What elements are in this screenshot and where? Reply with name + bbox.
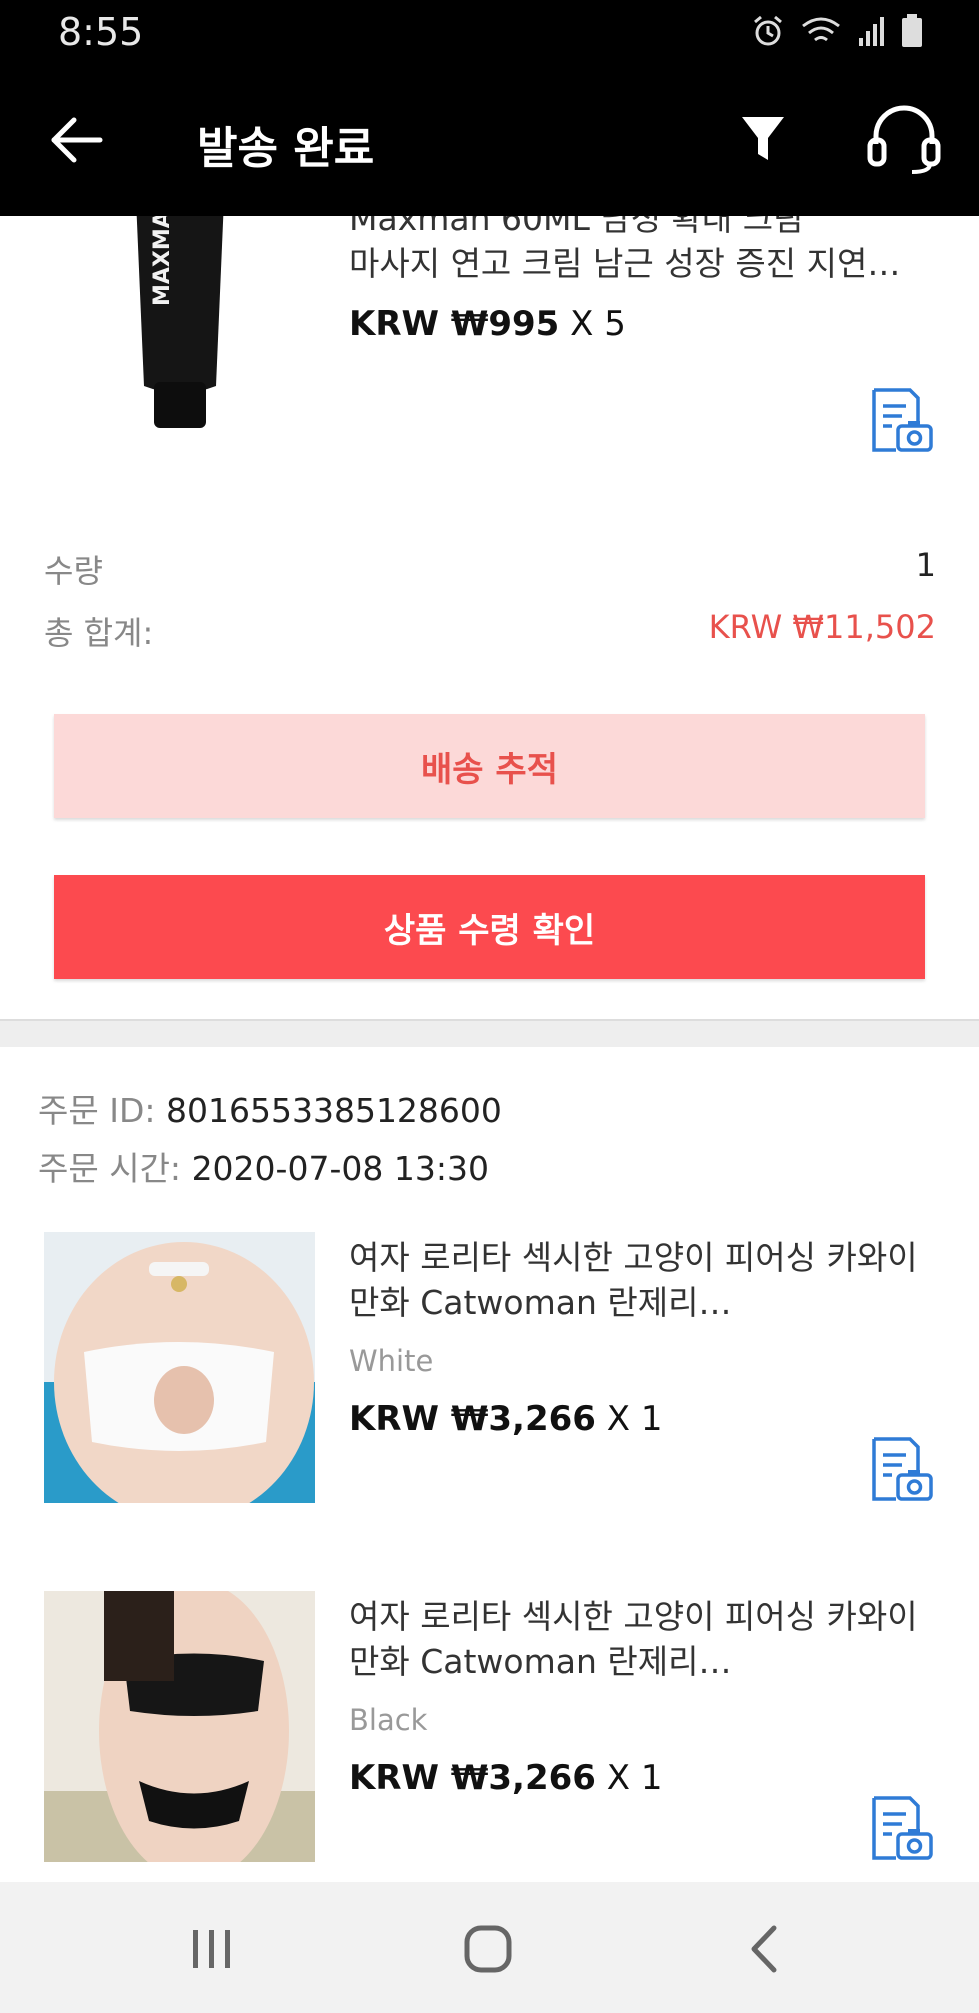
quantity-value: 1 xyxy=(915,546,936,584)
customer-support-button[interactable] xyxy=(866,104,942,174)
quantity-text: X 5 xyxy=(570,304,626,344)
back-arrow-icon xyxy=(51,117,103,163)
product-price: KRW ₩995 X 5 xyxy=(349,304,626,344)
headset-icon xyxy=(867,105,941,174)
review-photo-icon xyxy=(872,1796,933,1860)
back-nav-button[interactable] xyxy=(740,1924,792,1974)
total-value: KRW ₩11,502 xyxy=(708,608,936,646)
price-value: KRW ₩3,266 xyxy=(349,1399,596,1439)
quantity-text: X 1 xyxy=(606,1758,663,1798)
order-time: 주문 시간: 2020-07-08 13:30 xyxy=(38,1142,489,1190)
product-title: 여자 로리타 섹시한 고양이 피어싱 카와이 만화 Catwoman 란제리… xyxy=(349,1597,918,1681)
product-title: 여자 로리타 섹시한 고양이 피어싱 카와이 만화 Catwoman 란제리… xyxy=(349,1238,918,1322)
review-photo-icon xyxy=(872,388,933,452)
product-brand-text: MAXMAN xyxy=(150,216,175,306)
product-price: KRW ₩3,266 X 1 xyxy=(349,1399,662,1439)
review-photo-icon xyxy=(872,1437,933,1501)
total-label: 총 합계: xyxy=(44,614,154,652)
product-variant: White xyxy=(349,1344,434,1378)
quantity-summary: 수량 1 xyxy=(44,546,936,592)
system-nav-bar xyxy=(0,1882,979,2013)
back-button[interactable] xyxy=(48,116,108,164)
app-bar: 발송 완료 xyxy=(0,68,979,216)
product-variant: Black xyxy=(349,1703,428,1737)
quantity-label: 수량 xyxy=(44,552,103,590)
wifi-icon xyxy=(802,17,840,42)
filter-button[interactable] xyxy=(740,114,786,164)
product-thumbnail[interactable] xyxy=(44,1591,315,1862)
status-icons xyxy=(751,14,923,48)
order-id-value: 8016553385128600 xyxy=(165,1091,502,1130)
quantity-text: X 1 xyxy=(606,1399,663,1439)
order-divider xyxy=(0,1019,979,1047)
alarm-icon xyxy=(754,15,782,46)
order-id-label: 주문 ID: xyxy=(38,1091,156,1130)
battery-icon xyxy=(902,14,922,47)
product-title-line: 마사지 연고 크림 남근 성장 증진 지연… xyxy=(349,244,901,283)
product-title: Maxman 60ML 남성 확대 크림 마사지 연고 크림 남근 성장 증진 … xyxy=(349,216,939,296)
price-value: KRW ₩995 xyxy=(349,304,560,344)
product-title-partial: Maxman 60ML 남성 확대 크림 xyxy=(349,216,804,238)
order-time-label: 주문 시간: xyxy=(38,1149,182,1188)
order-list[interactable]: MAXMAN Maxman 60ML 남성 확대 크림 마사지 연고 크림 남근… xyxy=(0,216,979,1882)
confirm-receipt-button[interactable]: 상품 수령 확인 xyxy=(54,875,925,979)
order-id: 주문 ID: 8016553385128600 xyxy=(38,1084,502,1132)
signal-icon xyxy=(859,17,884,46)
back-chevron-icon xyxy=(751,1925,777,1973)
total-summary: 총 합계: KRW ₩11,502 xyxy=(44,608,936,654)
track-shipment-button[interactable]: 배송 추적 xyxy=(54,714,925,818)
write-review-button[interactable] xyxy=(870,1796,934,1862)
price-value: KRW ₩3,266 xyxy=(349,1758,596,1798)
order-time-value: 2020-07-08 13:30 xyxy=(191,1149,489,1188)
recent-apps-icon xyxy=(193,1930,230,1968)
write-review-button[interactable] xyxy=(870,1437,934,1503)
write-review-button[interactable] xyxy=(870,388,934,454)
product-thumbnail[interactable] xyxy=(44,1232,315,1503)
filter-icon xyxy=(742,117,784,160)
recent-apps-button[interactable] xyxy=(185,1924,237,1974)
page-title: 발송 완료 xyxy=(197,123,375,174)
product-price: KRW ₩3,266 X 1 xyxy=(349,1758,662,1798)
home-button[interactable] xyxy=(462,1924,514,1974)
status-time: 8:55 xyxy=(58,10,144,54)
status-bar: 8:55 xyxy=(0,0,979,68)
product-thumbnail[interactable]: MAXMAN xyxy=(110,216,250,446)
home-icon xyxy=(464,1925,512,1973)
